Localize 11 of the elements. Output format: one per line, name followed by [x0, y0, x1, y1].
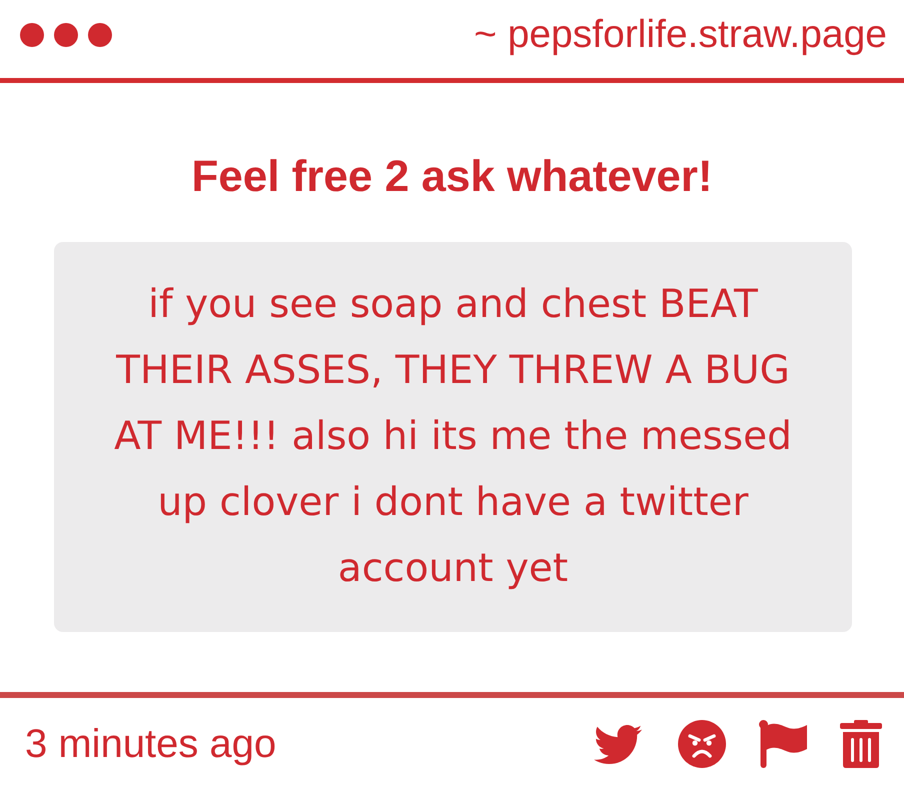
message-text: if you see soap and chest BEAT THEIR ASSES, THEY THREW A BUG AT ME!!! also hi its me the messed up clover i dont have a twitter account yet [54, 242, 852, 632]
prompt-title: Feel free 2 ask whatever! [192, 151, 712, 203]
dot-icon [20, 22, 44, 46]
dot-icon [88, 22, 112, 46]
trash-icon[interactable] [840, 720, 882, 768]
bird-icon[interactable] [594, 724, 642, 764]
dot-icon [54, 22, 78, 46]
timestamp: 3 minutes ago [25, 721, 276, 767]
angry-face-icon[interactable] [678, 720, 726, 768]
flag-icon[interactable] [759, 720, 807, 768]
site-url: ~ pepsforlife.straw.page [474, 12, 887, 58]
